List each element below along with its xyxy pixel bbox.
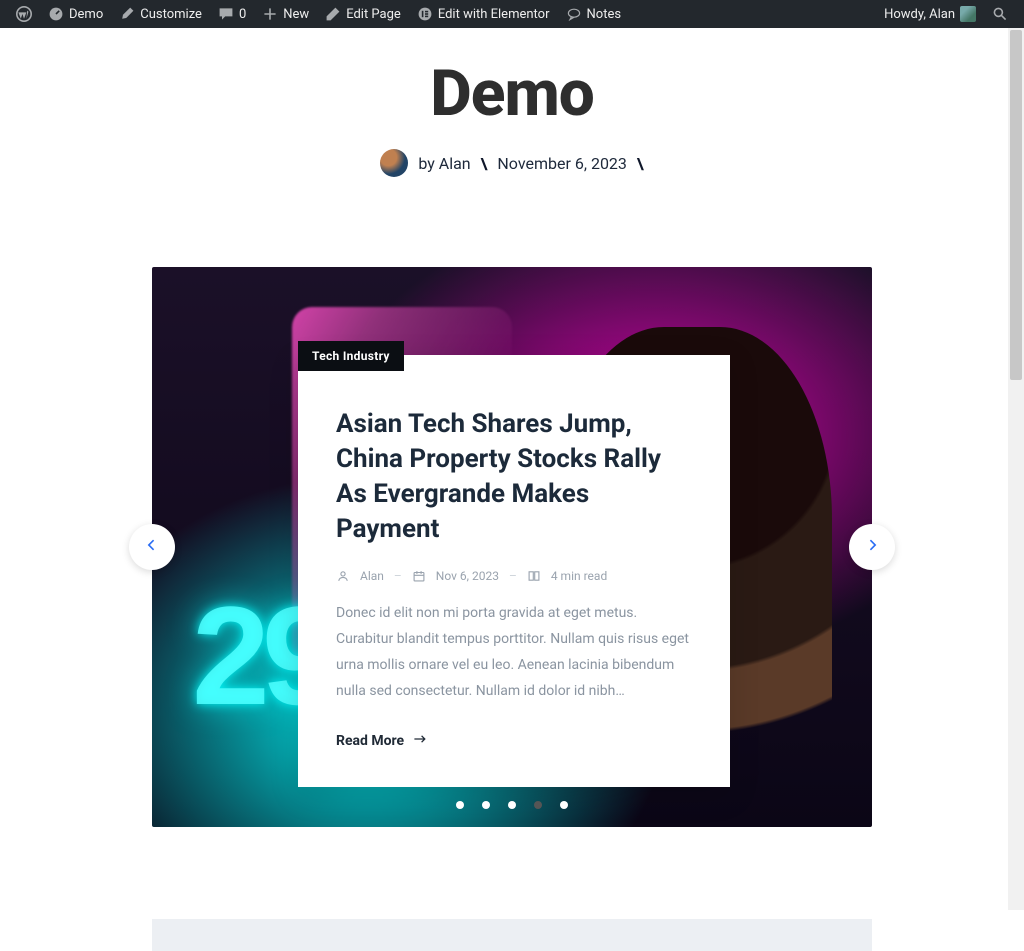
pencil-icon — [325, 6, 341, 22]
wp-admin-bar: Demo Customize 0 New Edit Page — [0, 0, 1024, 28]
slider-dot[interactable] — [534, 801, 542, 809]
post-reading-time: 4 min read — [551, 569, 607, 583]
post-excerpt: Donec id elit non mi porta gravida at eg… — [336, 601, 692, 705]
page-meta: by Alan \ November 6, 2023 \ — [0, 149, 1024, 177]
meta-divider-2: \ — [637, 154, 644, 173]
slider-dot[interactable] — [560, 801, 568, 809]
byline: by Alan — [418, 154, 470, 173]
new-label: New — [283, 7, 309, 22]
post-category-badge[interactable]: Tech Industry — [298, 341, 404, 371]
post-slider: 29 Tech Industry Asian Tech Shares Jump,… — [152, 267, 872, 827]
wp-logo[interactable] — [8, 0, 40, 28]
page-date: November 6, 2023 — [497, 154, 627, 173]
author-avatar — [380, 149, 408, 177]
chevron-left-icon — [144, 537, 160, 557]
site-name-label: Demo — [69, 7, 103, 22]
customize-label: Customize — [140, 7, 202, 22]
search-icon — [992, 6, 1008, 22]
byline-prefix: by — [418, 154, 434, 173]
meta-sep-2: – — [509, 569, 517, 583]
comments-link[interactable]: 0 — [210, 0, 254, 28]
slider-dot[interactable] — [482, 801, 490, 809]
meta-sep-1: – — [394, 569, 402, 583]
chevron-right-icon — [864, 537, 880, 557]
slider-pagination — [152, 801, 872, 809]
plus-icon — [262, 6, 278, 22]
meta-divider: \ — [481, 154, 488, 173]
page-title: Demo — [0, 56, 1024, 131]
paintbrush-icon — [119, 6, 135, 22]
edit-page-label: Edit Page — [346, 7, 401, 22]
post-meta-row: Alan – Nov 6, 2023 – 4 min read — [336, 569, 692, 583]
slider-dot[interactable] — [508, 801, 516, 809]
slider-next-button[interactable] — [849, 524, 895, 570]
vertical-scrollbar[interactable] — [1008, 28, 1024, 910]
edit-elementor-link[interactable]: Edit with Elementor — [409, 0, 558, 28]
content-section-placeholder — [152, 919, 872, 951]
comments-count: 0 — [239, 7, 246, 22]
scrollbar-thumb[interactable] — [1010, 30, 1022, 380]
post-title[interactable]: Asian Tech Shares Jump, China Property S… — [336, 355, 692, 547]
slider-prev-button[interactable] — [129, 524, 175, 570]
notes-link[interactable]: Notes — [558, 0, 630, 28]
site-name-link[interactable]: Demo — [40, 0, 111, 28]
slide-content-card: Tech Industry Asian Tech Shares Jump, Ch… — [298, 355, 730, 787]
comment-icon — [218, 6, 234, 22]
notes-label: Notes — [587, 7, 622, 22]
page-header: Demo by Alan \ November 6, 2023 \ — [0, 28, 1024, 207]
byline-author: Alan — [439, 154, 471, 173]
customize-link[interactable]: Customize — [111, 0, 210, 28]
search-toggle[interactable] — [984, 0, 1016, 28]
calendar-icon — [412, 569, 426, 583]
post-date: Nov 6, 2023 — [436, 569, 499, 583]
post-author[interactable]: Alan — [360, 569, 384, 583]
dashboard-icon — [48, 6, 64, 22]
elementor-icon — [417, 6, 433, 22]
wordpress-icon — [16, 6, 32, 22]
speech-icon — [566, 6, 582, 22]
read-more-link[interactable]: Read More — [336, 731, 428, 751]
user-icon — [336, 569, 350, 583]
arrow-right-icon — [412, 731, 428, 751]
new-content-link[interactable]: New — [254, 0, 317, 28]
admin-bar-left: Demo Customize 0 New Edit Page — [8, 0, 629, 28]
howdy-account[interactable]: Howdy, Alan — [876, 0, 984, 28]
admin-bar-right: Howdy, Alan — [876, 0, 1016, 28]
book-icon — [527, 569, 541, 583]
edit-elementor-label: Edit with Elementor — [438, 7, 550, 22]
edit-page-link[interactable]: Edit Page — [317, 0, 409, 28]
read-more-label: Read More — [336, 733, 404, 749]
user-avatar-small — [960, 6, 976, 22]
slider-dot[interactable] — [456, 801, 464, 809]
howdy-label: Howdy, Alan — [884, 7, 955, 22]
